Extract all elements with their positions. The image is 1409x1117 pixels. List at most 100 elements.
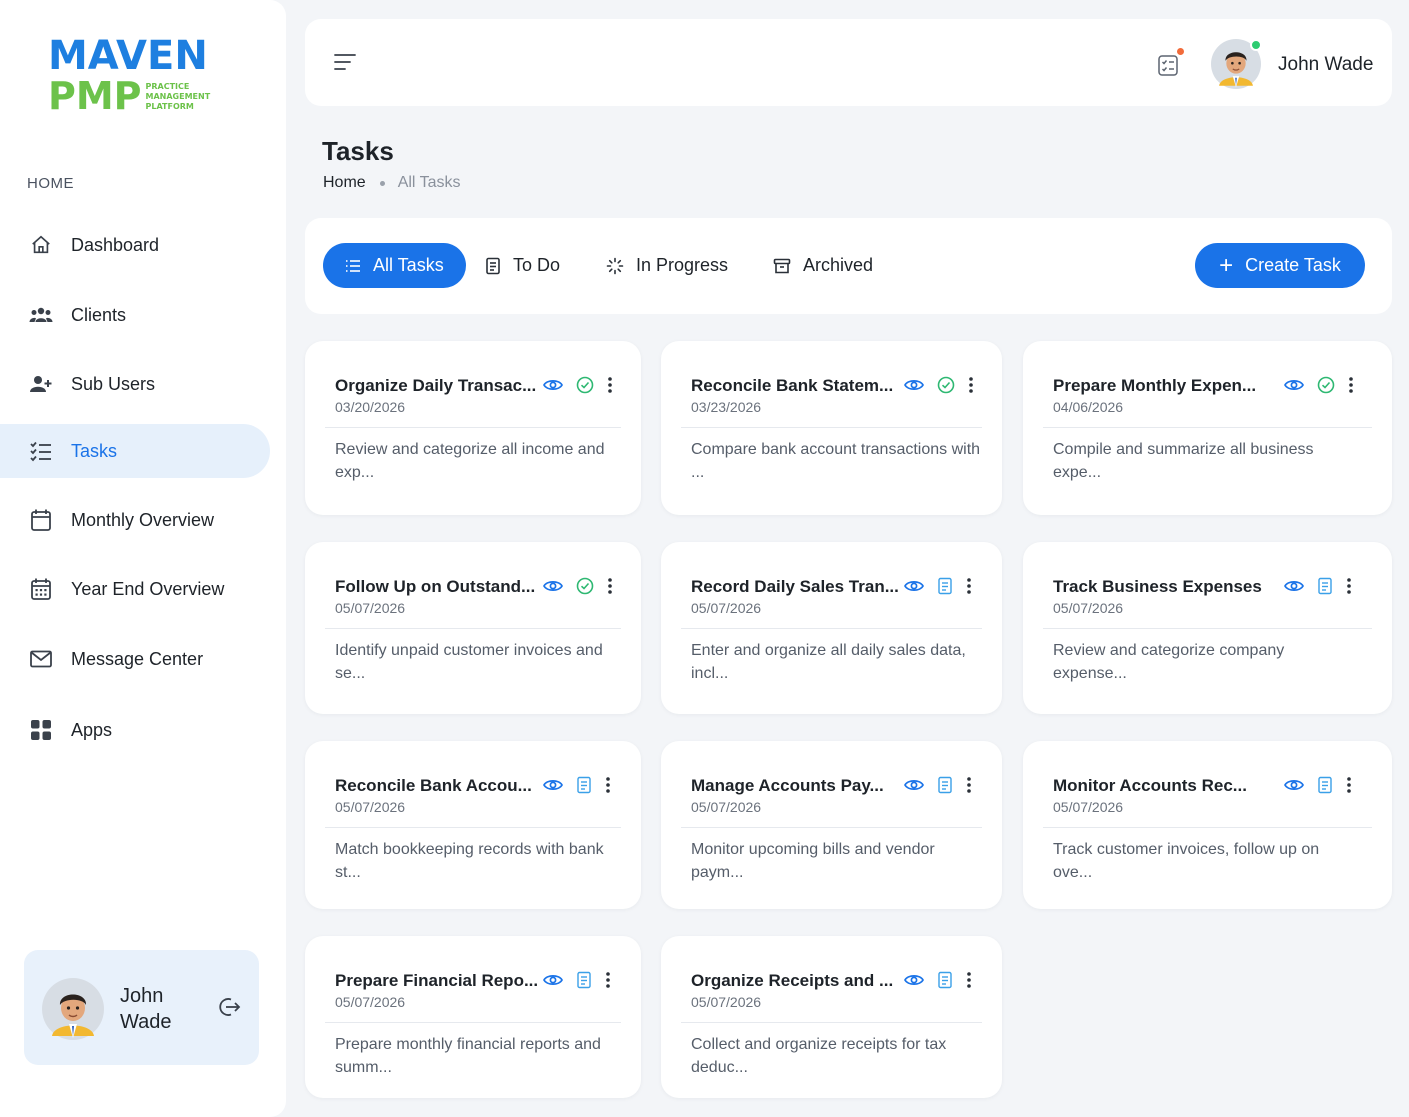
header-user-name[interactable]: John Wade (1278, 54, 1373, 76)
tab-all-tasks[interactable]: All Tasks (323, 243, 466, 288)
task-card[interactable]: Reconcile Bank Accou... 05/07/2026 Match b… (305, 741, 641, 909)
task-card[interactable]: Monitor Accounts Rec... 05/07/2026 Track c… (1023, 741, 1392, 909)
task-card[interactable]: Manage Accounts Pay... 05/07/2026 Monitor … (661, 741, 1002, 909)
task-card[interactable]: Organize Receipts and ... 05/07/2026 Colle… (661, 936, 1002, 1098)
task-title[interactable]: Manage Accounts Pay... (691, 776, 884, 796)
task-title[interactable]: Prepare Monthly Expen... (1053, 376, 1256, 396)
eye-icon[interactable] (904, 579, 924, 593)
eye-icon[interactable] (904, 378, 924, 392)
sidebar-item-label: Message Center (71, 648, 204, 669)
eye-icon[interactable] (1284, 778, 1304, 792)
task-description: Monitor upcoming bills and vendor paym..… (691, 841, 935, 881)
nav-section-label: HOME (27, 175, 74, 192)
more-options-icon[interactable] (605, 776, 611, 794)
task-card[interactable]: Follow Up on Outstand... 05/07/2026 Identi… (305, 542, 641, 714)
more-options-icon[interactable] (1346, 776, 1352, 794)
task-date: 04/06/2026 (1053, 399, 1124, 415)
sidebar-item-clients[interactable]: Clients (0, 288, 270, 342)
menu-toggle-icon[interactable] (333, 52, 357, 77)
task-actions (904, 376, 974, 394)
check-circle-icon[interactable] (937, 376, 955, 394)
task-title[interactable]: Prepare Financial Repo... (335, 971, 538, 991)
eye-icon[interactable] (904, 778, 924, 792)
tab-to-do[interactable]: To Do (485, 243, 560, 288)
create-task-button[interactable]: + Create Task (1195, 243, 1365, 288)
sidebar-item-tasks[interactable]: Tasks (0, 424, 270, 478)
task-description: Enter and organize all daily sales data,… (691, 642, 966, 682)
task-title[interactable]: Organize Receipts and ... (691, 971, 893, 991)
eye-icon[interactable] (543, 378, 563, 392)
task-title[interactable]: Reconcile Bank Statem... (691, 376, 893, 396)
more-options-icon[interactable] (1348, 376, 1354, 394)
check-circle-icon[interactable] (576, 376, 594, 394)
breadcrumb-current: All Tasks (397, 174, 461, 191)
calendar-icon (29, 508, 53, 532)
task-title[interactable]: Track Business Expenses (1053, 577, 1262, 597)
tab-in-progress[interactable]: In Progress (606, 243, 728, 288)
task-title[interactable]: Follow Up on Outstand... (335, 577, 535, 597)
brand-logo[interactable]: MAVEN PMP PRACTICE MANAGEMENT PLATFORM (48, 36, 228, 116)
tab-archived[interactable]: Archived (773, 243, 873, 288)
more-options-icon[interactable] (966, 577, 972, 595)
sidebar-item-dashboard[interactable]: Dashboard (0, 218, 270, 272)
check-circle-icon[interactable] (1317, 376, 1335, 394)
sidebar-item-label: Sub Users (71, 373, 156, 394)
more-options-icon[interactable] (607, 376, 613, 394)
task-notification-icon[interactable] (1157, 48, 1184, 82)
sidebar-item-year-end-overview[interactable]: Year End Overview (0, 562, 270, 616)
sidebar-item-message-center[interactable]: Message Center (0, 632, 270, 686)
task-card[interactable]: Prepare Monthly Expen... 04/06/2026 Compil… (1023, 341, 1392, 515)
document-icon[interactable] (576, 971, 592, 989)
task-card[interactable]: Organize Daily Transac... 03/20/2026 Revie… (305, 341, 641, 515)
eye-icon[interactable] (543, 973, 563, 987)
task-card[interactable]: Track Business Expenses 05/07/2026 Review … (1023, 542, 1392, 714)
task-title[interactable]: Monitor Accounts Rec... (1053, 776, 1247, 796)
task-title[interactable]: Organize Daily Transac... (335, 376, 536, 396)
document-icon[interactable] (1317, 776, 1333, 794)
avatar[interactable] (42, 978, 104, 1045)
eye-icon[interactable] (1284, 579, 1304, 593)
check-circle-icon[interactable] (576, 577, 594, 595)
task-divider (325, 827, 621, 828)
task-title[interactable]: Reconcile Bank Accou... (335, 776, 532, 796)
sidebar-user-name: John Wade (120, 985, 172, 1033)
task-card[interactable]: Record Daily Sales Tran... 05/07/2026 Ente… (661, 542, 1002, 714)
sidebar-item-apps[interactable]: Apps (0, 703, 270, 757)
eye-icon[interactable] (1284, 378, 1304, 392)
more-options-icon[interactable] (966, 971, 972, 989)
document-icon[interactable] (937, 577, 953, 595)
eye-icon[interactable] (543, 778, 563, 792)
task-date: 05/07/2026 (335, 600, 406, 616)
more-options-icon[interactable] (605, 971, 611, 989)
list-icon (345, 259, 361, 273)
document-icon[interactable] (1317, 577, 1333, 595)
task-actions (543, 971, 611, 989)
create-task-label: Create Task (1245, 255, 1341, 275)
home-icon (29, 233, 53, 257)
more-options-icon[interactable] (1346, 577, 1352, 595)
eye-icon[interactable] (543, 579, 563, 593)
task-actions (904, 971, 972, 989)
document-icon[interactable] (937, 776, 953, 794)
eye-icon[interactable] (904, 973, 924, 987)
more-options-icon[interactable] (607, 577, 613, 595)
tab-label: In Progress (636, 255, 729, 275)
brand-name-bottom: PMP (48, 74, 142, 118)
logout-icon[interactable] (217, 995, 241, 1024)
task-card[interactable]: Reconcile Bank Statem... 03/23/2026 Compar… (661, 341, 1002, 515)
breadcrumb-home[interactable]: Home (323, 174, 366, 192)
avatar[interactable] (1211, 39, 1262, 94)
task-title[interactable]: Record Daily Sales Tran... (691, 577, 899, 597)
task-date: 05/07/2026 (1053, 799, 1124, 815)
more-options-icon[interactable] (968, 376, 974, 394)
more-options-icon[interactable] (966, 776, 972, 794)
document-icon[interactable] (937, 971, 953, 989)
document-icon[interactable] (576, 776, 592, 794)
task-divider (1043, 827, 1372, 828)
sidebar-item-sub-users[interactable]: Sub Users (0, 357, 270, 411)
task-description: Match bookkeeping records with bank st..… (335, 841, 604, 881)
online-status-dot (1250, 39, 1262, 51)
task-card[interactable]: Prepare Financial Repo... 05/07/2026 Prepa… (305, 936, 641, 1098)
task-date: 05/07/2026 (691, 994, 762, 1010)
sidebar-item-monthly-overview[interactable]: Monthly Overview (0, 493, 270, 547)
